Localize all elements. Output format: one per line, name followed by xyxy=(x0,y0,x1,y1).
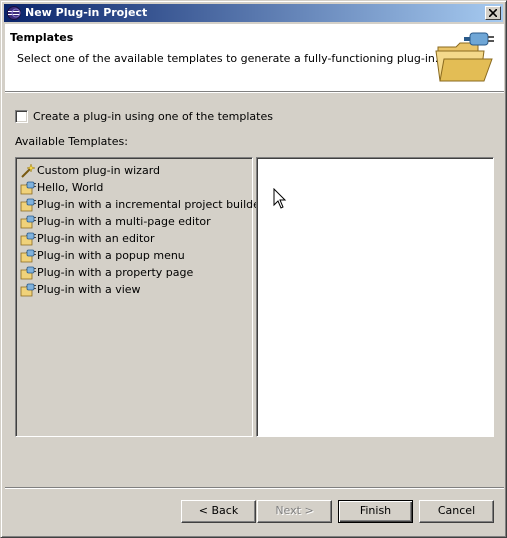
template-label: Plug-in with an editor xyxy=(37,232,155,245)
close-icon xyxy=(489,9,497,17)
wizard-banner: Templates Select one of the available te… xyxy=(5,24,504,92)
plugin-folder-icon xyxy=(434,29,498,85)
page-description: Select one of the available templates to… xyxy=(17,52,439,65)
wizard-icon xyxy=(20,163,36,179)
templates-list[interactable]: Custom plug-in wizard Hello, World Plug-… xyxy=(15,157,264,437)
back-button[interactable]: < Back xyxy=(181,500,256,523)
window-title: New Plug-in Project xyxy=(25,6,148,19)
plugin-template-icon xyxy=(20,197,36,213)
template-label: Plug-in with a view xyxy=(37,283,141,296)
page-title: Templates xyxy=(10,31,74,44)
footer-separator-highlight xyxy=(5,488,504,489)
use-template-label[interactable]: Create a plug-in using one of the templa… xyxy=(33,110,273,123)
title-bar[interactable]: New Plug-in Project xyxy=(4,4,503,22)
template-description-panel xyxy=(256,157,494,437)
new-plugin-project-dialog: New Plug-in Project Templates Select one… xyxy=(0,0,507,538)
use-template-checkbox[interactable] xyxy=(15,110,28,123)
plugin-template-icon xyxy=(20,282,36,298)
template-label: Plug-in with a popup menu xyxy=(37,249,185,262)
template-label: Plug-in with a incremental project build… xyxy=(37,198,265,211)
plugin-template-icon xyxy=(20,248,36,264)
finish-button[interactable]: Finish xyxy=(338,500,413,523)
plugin-template-icon xyxy=(20,180,36,196)
banner-separator xyxy=(5,92,504,93)
available-templates-label: Available Templates: xyxy=(15,135,128,148)
mouse-pointer-icon xyxy=(273,187,287,213)
template-label: Custom plug-in wizard xyxy=(37,164,161,177)
template-label: Hello, World xyxy=(37,181,104,194)
eclipse-icon xyxy=(6,5,22,21)
template-label: Plug-in with a property page xyxy=(37,266,194,279)
close-button[interactable] xyxy=(485,6,501,20)
plugin-template-icon xyxy=(20,231,36,247)
template-label: Plug-in with a multi-page editor xyxy=(37,215,211,228)
plugin-template-icon xyxy=(20,214,36,230)
plugin-template-icon xyxy=(20,265,36,281)
next-button[interactable]: Next > xyxy=(257,500,332,523)
cancel-button[interactable]: Cancel xyxy=(419,500,494,523)
